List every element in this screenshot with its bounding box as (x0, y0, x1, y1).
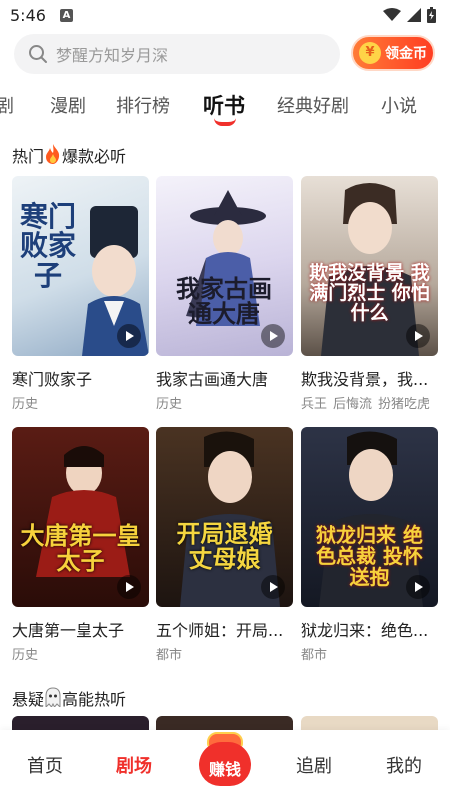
play-icon[interactable] (117, 324, 141, 348)
wifi-icon (383, 8, 401, 21)
section-title-hot-post: 爆款必听 (62, 147, 127, 166)
category-tabs: 剧 漫剧 排行榜 听书 经典好剧 小说 (0, 84, 450, 128)
tab-classic[interactable]: 经典好剧 (277, 92, 349, 118)
cover-title-art: 我家古画通大唐 (176, 274, 272, 329)
cover-title-art: 开局退婚 丈母娘 (176, 519, 273, 574)
book-title: 大唐第一皇太子 (12, 621, 125, 640)
active-tab-indicator (214, 118, 236, 126)
nav-theater[interactable]: 剧场 (116, 752, 152, 778)
section-title-mystery-post: 高能热听 (62, 690, 127, 709)
tab-ranking[interactable]: 排行榜 (116, 92, 170, 118)
status-bar: 5:46 A (0, 0, 450, 30)
section-title-mystery: 悬疑 高能热听 (12, 686, 126, 710)
search-placeholder: 梦醒方知岁月深 (56, 46, 169, 65)
tab-audiobook[interactable]: 听书 (203, 90, 245, 120)
book-title: 五个师姐：开局... (156, 621, 284, 640)
book-tag: 历史 (156, 397, 183, 412)
cover-title-art: 欺我没背景 我满门烈士 你怕什么 (309, 262, 430, 324)
book-tags: 历史 (156, 393, 293, 412)
book-tags: 都市 (301, 644, 438, 663)
status-time: 5:46 (10, 5, 46, 25)
claim-coins-button[interactable]: ¥ 领金币 (351, 35, 435, 71)
search-row: 梦醒方知岁月深 ¥ 领金币 (0, 34, 450, 74)
claim-coins-label: 领金币 (385, 46, 427, 62)
tab-novel[interactable]: 小说 (381, 92, 417, 118)
search-input[interactable]: 梦醒方知岁月深 (14, 34, 340, 74)
cover-title-art: 大唐第一皇太子 (20, 521, 141, 576)
book-cover: 寒门败家子 (12, 176, 149, 356)
book-cover: 开局退婚 丈母娘 (156, 427, 293, 607)
book-tag: 兵王 (301, 397, 328, 412)
section-title-hot-pre: 热门 (12, 147, 45, 166)
status-icons (383, 7, 436, 23)
book-title: 狱龙归来：绝色... (301, 621, 429, 640)
nav-earn-label: 赚钱 (208, 760, 241, 779)
signal-icon (407, 8, 421, 22)
book-tags: 历史 (12, 393, 149, 412)
tab-manju[interactable]: 漫剧 (50, 92, 86, 118)
book-tag: 都市 (301, 648, 328, 663)
book-cover: 大唐第一皇太子 (12, 427, 149, 607)
tab-drama-partial[interactable]: 剧 (0, 92, 14, 118)
fire-icon (46, 144, 60, 164)
notification-a-icon: A (59, 8, 73, 22)
coin-icon: ¥ (359, 42, 381, 64)
book-cover: 欺我没背景 我满门烈士 你怕什么 (301, 176, 438, 356)
book-tag: 后悔流 (333, 397, 373, 412)
book-cover: 我家古画通大唐 (156, 176, 293, 356)
search-icon (29, 45, 47, 63)
book-tags: 都市 (156, 644, 293, 663)
cover-title-art: 寒门败家子 (19, 200, 76, 292)
book-tag: 历史 (12, 648, 39, 663)
bottom-nav: 首页 剧场 赚钱 追剧 我的 (0, 730, 450, 800)
nav-profile[interactable]: 我的 (386, 752, 422, 778)
section-title-hot: 热门 爆款必听 (12, 143, 126, 167)
book-tags: 兵王 后悔流 扮猪吃虎 (301, 393, 438, 412)
section-title-mystery-pre: 悬疑 (12, 690, 45, 709)
play-icon[interactable] (406, 324, 430, 348)
book-tag: 历史 (12, 397, 39, 412)
nav-earn-button[interactable]: 赚钱 (197, 730, 253, 786)
nav-home[interactable]: 首页 (27, 752, 63, 778)
nav-following[interactable]: 追剧 (296, 752, 332, 778)
play-icon[interactable] (261, 324, 285, 348)
book-tag: 都市 (156, 648, 183, 663)
book-tags: 历史 (12, 644, 149, 663)
book-cover: 狱龙归来 绝色总裁 投怀送抱 (301, 427, 438, 607)
ghost-icon (45, 687, 61, 707)
book-tag: 扮猪吃虎 (378, 397, 431, 412)
book-title: 欺我没背景，我... (301, 370, 429, 389)
book-title: 寒门败家子 (12, 370, 93, 389)
play-icon[interactable] (406, 575, 430, 599)
play-icon[interactable] (117, 575, 141, 599)
battery-icon (427, 7, 436, 23)
book-title: 我家古画通大唐 (156, 370, 269, 389)
play-icon[interactable] (261, 575, 285, 599)
